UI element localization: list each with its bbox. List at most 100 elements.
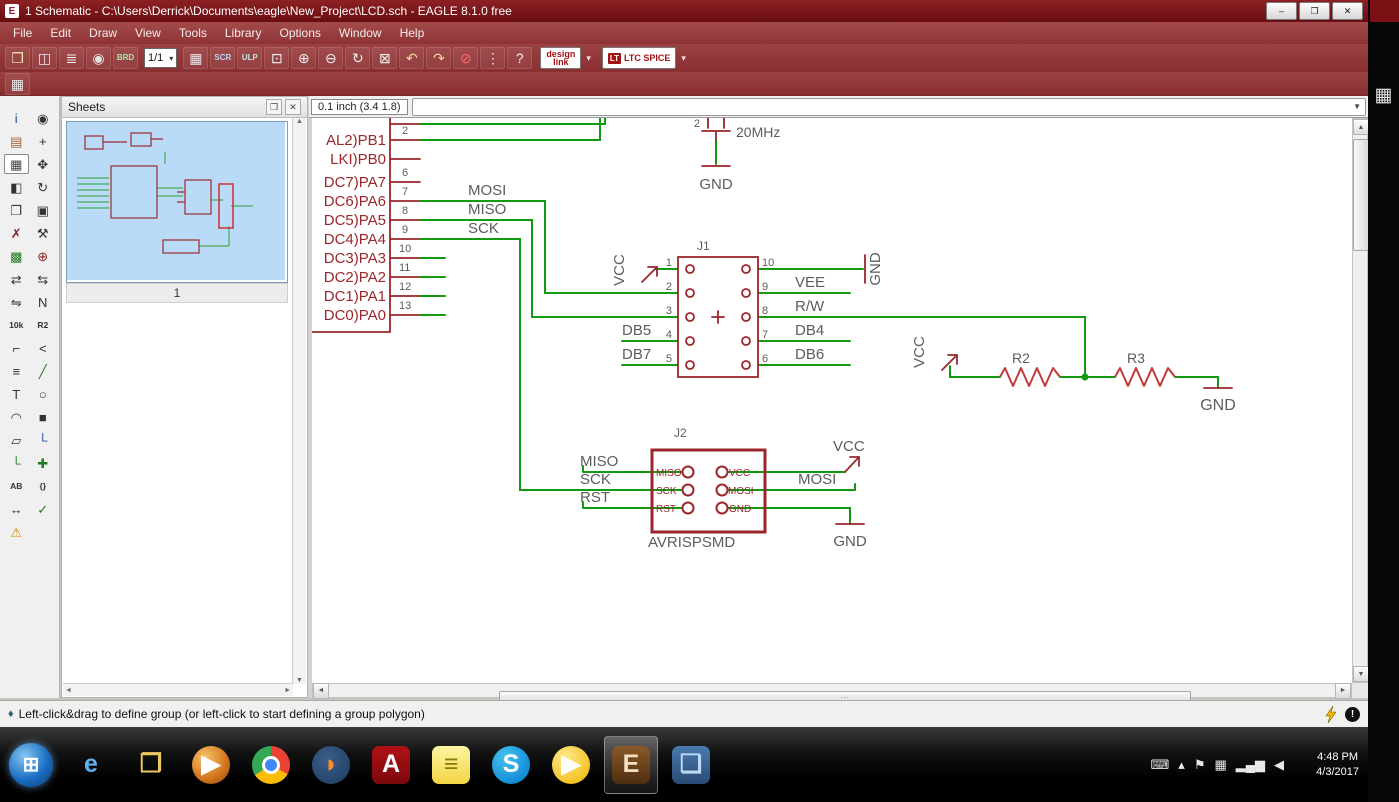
taskbar-skype-icon[interactable]: S xyxy=(484,736,538,794)
tool-text-icon[interactable]: T xyxy=(4,384,29,404)
gnd-symbol-j2[interactable]: GND xyxy=(833,523,867,550)
print-button[interactable]: ≣ xyxy=(59,47,84,69)
vertical-scroll-thumb[interactable] xyxy=(1353,139,1369,251)
component-r3[interactable]: R3 xyxy=(1114,350,1176,387)
scroll-down-icon[interactable]: ▼ xyxy=(296,677,303,684)
tool-circle-icon[interactable]: ○ xyxy=(31,384,56,404)
component-j1[interactable]: J1 1 2 3 4 5 10 9 8 7 6 xyxy=(666,239,774,378)
zoom-select-button[interactable]: ⊠ xyxy=(372,47,398,69)
close-button[interactable]: ✕ xyxy=(1332,2,1363,20)
net-label-sck-j2[interactable]: SCK xyxy=(580,471,611,488)
scroll-up-button[interactable]: ▲ xyxy=(1353,119,1369,135)
taskbar-notes-icon[interactable]: ≡ xyxy=(424,736,478,794)
open-button[interactable]: ❒ xyxy=(5,47,30,69)
taskbar-explorer-icon[interactable]: ❒ xyxy=(124,736,178,794)
canvas-vertical-scrollbar[interactable]: ▲ ▼ xyxy=(1352,118,1369,683)
side-strip-grid-icon[interactable]: ▦ xyxy=(1368,84,1399,107)
scroll-right-button[interactable]: ► xyxy=(1335,682,1351,699)
tool-add-icon[interactable]: ⊕ xyxy=(31,246,56,266)
tool-polygon-icon[interactable]: ▱ xyxy=(4,430,29,450)
menu-help[interactable]: Help xyxy=(391,23,434,43)
net-label-sck[interactable]: SCK xyxy=(468,220,499,237)
tool-group-icon[interactable]: ▦ xyxy=(4,154,29,174)
gnd-symbol-divider[interactable]: GND xyxy=(1200,387,1236,414)
ltc-spice-dropdown[interactable]: ▾ xyxy=(678,53,689,64)
net-label-mosi-j2[interactable]: MOSI xyxy=(798,471,836,488)
run-ulp-button[interactable]: ULP xyxy=(237,47,263,69)
taskbar-ie-icon[interactable]: e xyxy=(64,736,118,794)
tool-mark-icon[interactable]: + xyxy=(31,131,56,151)
wire-xtal2[interactable] xyxy=(419,118,601,141)
net-label-db6[interactable]: DB6 xyxy=(795,346,824,363)
tray-flag-icon[interactable]: ⚑ xyxy=(1194,756,1206,774)
menu-file[interactable]: File xyxy=(4,23,41,43)
tool-move-icon[interactable]: ✥ xyxy=(31,154,56,174)
switch-to-board-button[interactable]: BRD xyxy=(113,47,138,69)
tool-rotate-icon[interactable]: ↻ xyxy=(31,177,56,197)
zoom-fit-button[interactable]: ⊡ xyxy=(264,47,290,69)
menu-window[interactable]: Window xyxy=(330,23,391,43)
taskbar-eagle-icon[interactable]: E xyxy=(604,735,658,794)
vcc-symbol-j2[interactable]: VCC xyxy=(833,438,865,473)
grid-settings-button[interactable]: ▦ xyxy=(5,72,30,95)
tray-show-hidden-icon[interactable]: ▴ xyxy=(1178,756,1185,774)
menu-tools[interactable]: Tools xyxy=(170,23,216,43)
sheet-thumbnail[interactable] xyxy=(66,121,288,283)
net-label-miso[interactable]: MISO xyxy=(468,201,506,218)
design-link-button[interactable]: design link xyxy=(540,47,582,69)
net-label-rst-j2[interactable]: RST xyxy=(580,489,610,506)
tool-show-icon[interactable]: ◉ xyxy=(31,108,56,128)
panel-float-button[interactable]: ❐ xyxy=(266,99,282,115)
tool-arc-icon[interactable]: ◠ xyxy=(4,407,29,427)
taskbar-chrome-icon[interactable] xyxy=(244,736,298,794)
tool-copy-icon[interactable]: ❐ xyxy=(4,200,29,220)
sheet-selector[interactable]: 1/1 ▾ xyxy=(144,48,178,68)
zoom-redraw-button[interactable]: ↻ xyxy=(345,47,371,69)
taskbar-clock[interactable]: 4:48 PM 4/3/2017 xyxy=(1316,727,1359,802)
scroll-down-button[interactable]: ▼ xyxy=(1353,666,1369,682)
tool-erc-icon[interactable]: ✓ xyxy=(31,499,56,519)
sheet-item-1[interactable]: 1 xyxy=(66,283,288,303)
status-lightning-icon[interactable] xyxy=(1325,705,1337,723)
tool-change-icon[interactable]: ▩ xyxy=(4,246,29,266)
design-link-dropdown[interactable]: ▾ xyxy=(583,53,594,64)
tray-keyboard-icon[interactable]: ⌨ xyxy=(1151,756,1170,774)
schematic-canvas[interactable]: AL2)PB1 LKI)PB0 DC7)PA7 DC6)PA6 DC5)PA5 … xyxy=(312,118,1352,683)
tool-mirror-icon[interactable]: ◧ xyxy=(4,177,29,197)
tray-network-icon[interactable]: ▂▄▆ xyxy=(1236,756,1265,774)
vcc-symbol-j1[interactable]: VCC xyxy=(611,254,658,286)
tool-display-icon[interactable]: ▤ xyxy=(4,131,29,151)
help-button[interactable]: ? xyxy=(507,47,533,69)
grid-table-button[interactable]: ▦ xyxy=(183,47,209,69)
tool-label-icon[interactable]: AB xyxy=(4,476,29,496)
tool-rect-icon[interactable]: ■ xyxy=(31,407,56,427)
run-script-button[interactable]: SCR xyxy=(210,47,236,69)
scroll-left-button[interactable]: ◄ xyxy=(313,682,329,699)
minimize-button[interactable]: – xyxy=(1266,2,1297,20)
tool-fix-icon[interactable]: ⚒ xyxy=(31,223,56,243)
tool-gateswap-icon[interactable]: ⇋ xyxy=(4,292,29,312)
sheets-horizontal-scrollbar[interactable]: ◄ ► xyxy=(63,683,293,696)
zoom-out-button[interactable]: ⊖ xyxy=(318,47,344,69)
component-mcu[interactable]: AL2)PB1 LKI)PB0 DC7)PA7 DC6)PA6 DC5)PA5 … xyxy=(312,118,421,333)
component-r2[interactable]: R2 xyxy=(999,350,1061,387)
export-image-button[interactable]: ◉ xyxy=(86,47,111,69)
status-info-icon[interactable]: ! xyxy=(1345,706,1360,722)
tool-info-icon[interactable]: i xyxy=(4,108,29,128)
wire-miso[interactable] xyxy=(419,219,679,318)
stop-button[interactable]: ⊘ xyxy=(453,47,479,69)
wire-xtal1[interactable] xyxy=(419,118,606,125)
canvas-horizontal-scrollbar[interactable]: ◄ ⋯ ► xyxy=(312,682,1352,705)
tool-miter-icon[interactable]: ⌐ xyxy=(4,338,29,358)
menu-view[interactable]: View xyxy=(126,23,170,43)
tool-bus-icon[interactable]: └ xyxy=(31,430,56,450)
scroll-right-icon[interactable]: ► xyxy=(284,687,291,694)
tool-delete-icon[interactable]: ✗ xyxy=(4,223,29,243)
redo-button[interactable]: ↷ xyxy=(426,47,452,69)
maximize-button[interactable]: ❐ xyxy=(1299,2,1330,20)
zoom-in-button[interactable]: ⊕ xyxy=(291,47,317,69)
tool-dimension-icon[interactable]: ↔ xyxy=(4,499,29,519)
tool-pinswap-icon[interactable]: ⇄ xyxy=(4,269,29,289)
wire-mosi[interactable] xyxy=(419,200,679,294)
wire-stubs[interactable] xyxy=(419,257,446,316)
